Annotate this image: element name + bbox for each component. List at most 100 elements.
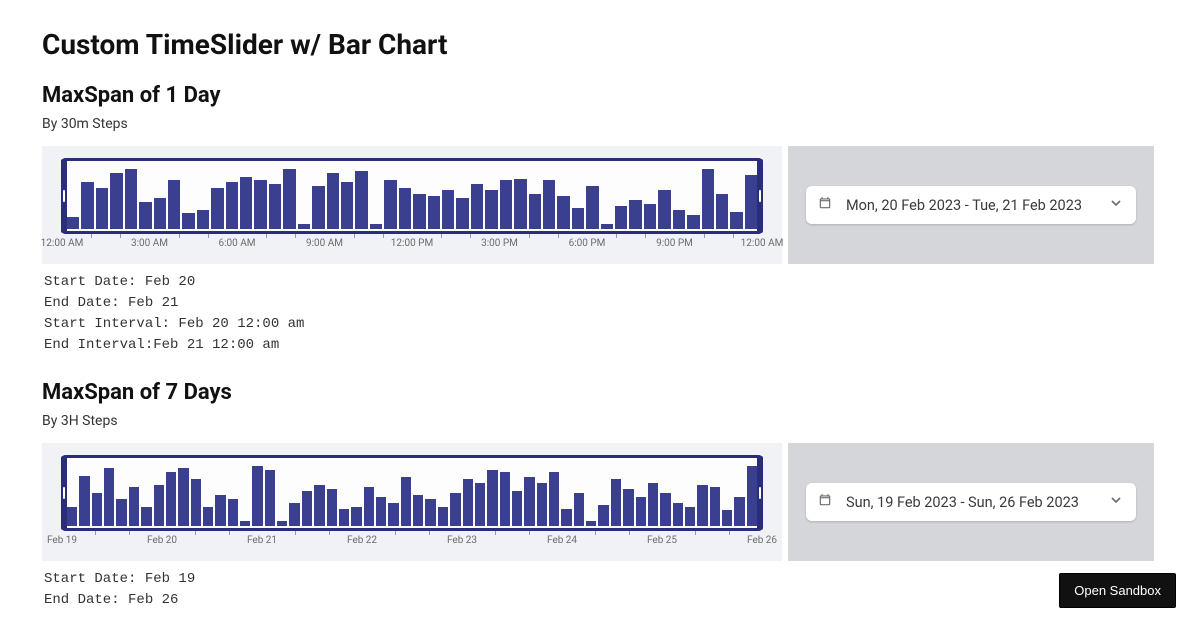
- bar: [529, 194, 541, 229]
- bar: [339, 509, 349, 526]
- section1-handle-right[interactable]: [757, 159, 763, 233]
- chevron-down-icon: [1108, 195, 1124, 215]
- bar: [104, 468, 114, 526]
- bar: [67, 507, 77, 526]
- bar: [384, 180, 396, 229]
- bar: [228, 499, 238, 526]
- bar: [314, 485, 324, 526]
- bar: [265, 470, 275, 526]
- open-sandbox-button[interactable]: Open Sandbox: [1059, 573, 1176, 608]
- xaxis-tick: Feb 23: [447, 535, 477, 546]
- bar: [96, 188, 108, 229]
- bar: [399, 188, 411, 229]
- chevron-down-icon: [1108, 492, 1124, 512]
- section2-range-selector[interactable]: [62, 455, 762, 531]
- bar: [302, 491, 312, 526]
- section2-handle-right[interactable]: [757, 456, 763, 530]
- section2-heading: MaxSpan of 7 Days: [42, 380, 1200, 405]
- xaxis-tick: Feb 22: [347, 535, 377, 546]
- xaxis-tick: 12:00 AM: [741, 238, 784, 249]
- bar: [747, 466, 757, 526]
- bar: [514, 179, 526, 230]
- bar: [438, 507, 448, 526]
- bar: [710, 487, 720, 526]
- bar: [240, 521, 250, 526]
- bar: [341, 182, 353, 229]
- bar: [598, 505, 608, 526]
- section1-range-selector[interactable]: [62, 158, 762, 234]
- section1-daterange-label: Mon, 20 Feb 2023 - Tue, 21 Feb 2023: [846, 197, 1108, 214]
- bar: [289, 503, 299, 526]
- section1-daterange-picker[interactable]: Mon, 20 Feb 2023 - Tue, 21 Feb 2023: [806, 186, 1136, 224]
- bar: [543, 180, 555, 229]
- bar: [370, 224, 382, 229]
- page-title: Custom TimeSlider w/ Bar Chart: [42, 28, 1200, 61]
- xaxis-tick: Feb 25: [647, 535, 677, 546]
- section1-chart-cell: 12:00 AM3:00 AM6:00 AM9:00 AM12:00 PM3:0…: [42, 146, 782, 264]
- bar: [730, 212, 742, 229]
- xaxis-tick: 6:00 AM: [218, 238, 255, 249]
- bar: [524, 477, 534, 526]
- bar: [355, 171, 367, 229]
- bar: [327, 489, 337, 526]
- bar: [211, 188, 223, 229]
- section1-handle-left[interactable]: [61, 159, 67, 233]
- bar: [685, 507, 695, 526]
- calendar-icon: [818, 196, 832, 214]
- bar: [549, 472, 559, 526]
- bar: [191, 479, 201, 526]
- bar: [475, 483, 485, 526]
- bar: [125, 169, 137, 229]
- bar: [615, 206, 627, 229]
- calendar-icon: [818, 493, 832, 511]
- xaxis-tick: 6:00 PM: [569, 238, 606, 249]
- xaxis-tick: Feb 24: [547, 535, 577, 546]
- xaxis-tick: Feb 21: [247, 535, 277, 546]
- bar: [716, 194, 728, 229]
- bar: [463, 479, 473, 526]
- section1-xaxis: 12:00 AM3:00 AM6:00 AM9:00 AM12:00 PM3:0…: [62, 238, 762, 258]
- bar: [79, 476, 89, 527]
- bar: [673, 210, 685, 229]
- bar: [574, 493, 584, 526]
- bar: [636, 497, 646, 526]
- section1-sub: By 30m Steps: [42, 116, 1200, 132]
- section2-panel: Feb 19Feb 20Feb 21Feb 22Feb 23Feb 24Feb …: [42, 443, 1154, 561]
- section2-xaxis: Feb 19Feb 20Feb 21Feb 22Feb 23Feb 24Feb …: [62, 535, 762, 555]
- bar: [623, 489, 633, 526]
- bar: [586, 521, 596, 526]
- section2-handle-left[interactable]: [61, 456, 67, 530]
- xaxis-tick: Feb 26: [747, 535, 777, 546]
- bar: [178, 468, 188, 526]
- bar: [277, 521, 287, 526]
- bar: [722, 510, 732, 526]
- bar: [629, 200, 641, 229]
- section2-sub: By 3H Steps: [42, 413, 1200, 429]
- section1-info: Start Date: Feb 20 End Date: Feb 21 Star…: [44, 272, 1200, 356]
- bar: [215, 495, 225, 526]
- bar: [456, 198, 468, 229]
- xaxis-tick: 9:00 PM: [656, 238, 693, 249]
- bar: [139, 202, 151, 229]
- bar: [687, 215, 699, 229]
- section1-heading: MaxSpan of 1 Day: [42, 83, 1200, 108]
- bar: [487, 470, 497, 526]
- bar: [154, 485, 164, 526]
- bar: [388, 503, 398, 526]
- section1-side-cell: Mon, 20 Feb 2023 - Tue, 21 Feb 2023: [788, 146, 1154, 264]
- section2-daterange-label: Sun, 19 Feb 2023 - Sun, 26 Feb 2023: [846, 494, 1108, 511]
- section2-daterange-picker[interactable]: Sun, 19 Feb 2023 - Sun, 26 Feb 2023: [806, 483, 1136, 521]
- bar: [702, 169, 714, 229]
- bar: [166, 472, 176, 526]
- bar: [745, 175, 757, 229]
- bar: [537, 483, 547, 526]
- bar: [425, 499, 435, 526]
- bar: [269, 184, 281, 229]
- bar: [586, 186, 598, 229]
- bar: [611, 479, 621, 526]
- xaxis-tick: Feb 20: [147, 535, 177, 546]
- bar: [413, 495, 423, 526]
- xaxis-tick: 3:00 PM: [481, 238, 518, 249]
- bar: [500, 472, 510, 526]
- bar: [442, 190, 454, 229]
